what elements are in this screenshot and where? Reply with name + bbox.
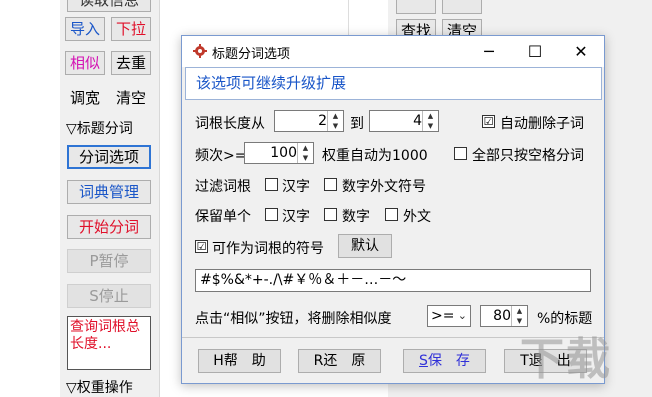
import-button[interactable]: 导入 [65,17,105,41]
column-divider [348,0,349,40]
dedupe-button[interactable]: 去重 [111,51,151,75]
root-length-from-value: 2 [318,113,327,129]
save-hotkey-label: S [419,353,428,369]
keep-foreign-checkbox[interactable] [385,208,398,221]
filter-hanzi-checkbox[interactable] [265,178,278,191]
spinner-arrows-icon[interactable]: ▲ ▼ [297,143,313,163]
dialog-titlebar[interactable]: 标题分词选项 ─ ☐ ✕ [182,36,604,67]
right-top-button-2[interactable] [442,0,482,14]
close-icon[interactable]: ✕ [558,36,604,67]
save-button-label: 保 存 [427,353,470,369]
start-seg-button[interactable]: 开始分词 [67,215,151,239]
default-button[interactable]: 默认 [338,234,392,258]
section-title-segmentation[interactable]: ▽标题分词 [66,118,133,138]
left-edge-strip [0,0,60,397]
filter-digit-foreign-label: 数字外文符号 [342,179,426,195]
weight-auto-label: 权重自动为1000 [322,148,428,164]
help-button[interactable]: H帮 助 [198,349,281,373]
similarity-value: 80 [493,308,511,324]
spinner-arrows-icon[interactable]: ▲ ▼ [422,111,438,131]
save-button[interactable]: S保 存 [403,349,486,373]
chevron-down-icon: ⌄ [457,309,467,322]
symbols-input[interactable]: #$%&*+-./\#￥％＆＋－…－～ [195,269,591,292]
auto-delete-sub-label: 自动删除子词 [500,116,584,132]
keep-foreign-label: 外文 [403,209,431,225]
pause-button[interactable]: P暂停 [67,249,151,273]
app-icon [193,44,207,58]
watermark-logo: 下载吧 [520,334,612,397]
dict-manage-button[interactable]: 词典管理 [67,180,151,204]
root-length-to-value: 4 [413,113,422,129]
minimize-icon[interactable]: ─ [466,36,512,67]
compare-op-value: >= [431,308,455,324]
filter-digit-foreign-checkbox[interactable] [324,178,337,191]
keep-hanzi-checkbox[interactable] [265,208,278,221]
root-length-from-label: 词根长度从 [195,116,265,132]
keep-single-label: 保留单个 [195,209,251,225]
similarity-spinner[interactable]: 80 ▲ ▼ [480,305,528,327]
right-top-button-1[interactable] [396,0,436,14]
spinner-arrows-icon[interactable]: ▲ ▼ [327,111,343,131]
root-length-from-spinner[interactable]: 2 ▲ ▼ [274,110,344,132]
to-label: 到 [350,116,364,132]
section-title-weight[interactable]: ▽权重操作 [66,377,133,397]
restore-button[interactable]: R还 原 [298,349,381,373]
root-length-to-spinner[interactable]: 4 ▲ ▼ [369,110,439,132]
similar-suffix-label: %的标题 [537,311,593,327]
auto-delete-sub-checkbox[interactable]: ☑ [482,115,495,128]
freq-value: 100 [270,145,297,161]
maximize-icon[interactable]: ☐ [512,36,558,67]
clear-button[interactable]: 清空 [111,86,151,110]
compare-op-select[interactable]: >= ⌄ [427,305,471,327]
filter-hanzi-label: 汉字 [282,179,310,195]
keep-hanzi-label: 汉字 [282,209,310,225]
dialog-title: 标题分词选项 [212,47,291,62]
keep-digit-label: 数字 [342,209,370,225]
stop-button[interactable]: S停止 [67,284,151,308]
read-info-button[interactable]: 读取信息 [67,0,151,12]
seg-options-button[interactable]: 分词选项 [67,145,151,169]
freq-label: 频次>= [195,148,247,164]
similar-button[interactable]: 相似 [65,51,105,75]
filter-root-label: 过滤词根 [195,179,251,195]
widen-button[interactable]: 调宽 [65,86,105,110]
all-space-only-label: 全部只按空格分词 [472,148,584,164]
all-space-only-checkbox[interactable] [454,147,467,160]
info-banner: 该选项可继续升级扩展 [185,67,602,100]
freq-spinner[interactable]: 100 ▲ ▼ [244,142,314,164]
root-symbols-label: 可作为词根的符号 [212,241,324,257]
root-symbols-checkbox[interactable]: ☑ [195,240,208,253]
keep-digit-checkbox[interactable] [324,208,337,221]
spinner-arrows-icon[interactable]: ▲ ▼ [511,306,527,326]
dropdown-button[interactable]: 下拉 [111,17,151,41]
similar-prefix-label: 点击“相似”按钮，将删除相似度 [195,311,392,327]
query-root-length-box[interactable]: 查询词根总长度... [67,316,151,370]
